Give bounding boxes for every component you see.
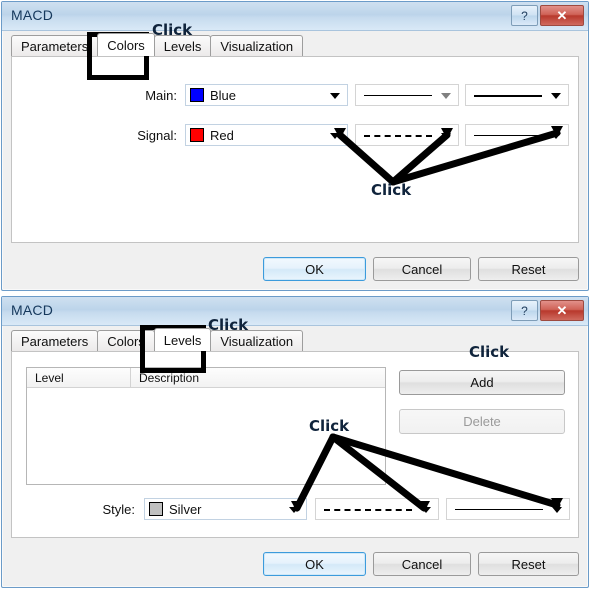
- tab-colors[interactable]: Colors: [97, 33, 155, 56]
- style-line-combo[interactable]: [315, 498, 439, 520]
- chevron-down-icon: [441, 133, 451, 139]
- dialog2-title: MACD: [11, 302, 54, 318]
- chevron-down-icon: [289, 507, 299, 513]
- reset-button[interactable]: Reset: [478, 257, 579, 281]
- help-button[interactable]: ?: [511, 5, 538, 26]
- style-width-combo[interactable]: [446, 498, 570, 520]
- cancel-button[interactable]: Cancel: [373, 552, 471, 576]
- style-color-combo[interactable]: Silver: [144, 498, 307, 520]
- chevron-down-icon: [552, 507, 562, 513]
- line-width-preview-solid-thin: [474, 135, 542, 136]
- main-color-value: Blue: [210, 87, 237, 103]
- style-label: Style:: [102, 502, 135, 517]
- levels-list-header: Level Description: [27, 368, 385, 388]
- click-annotation-dropdowns-dialog1: Click: [371, 181, 412, 199]
- chevron-down-icon: [421, 507, 431, 513]
- column-header-level[interactable]: Level: [27, 368, 131, 387]
- tab-visualization[interactable]: Visualization: [210, 35, 304, 56]
- line-style-preview-dashed: [364, 135, 432, 137]
- close-button[interactable]: ✕: [540, 5, 584, 26]
- main-width-combo[interactable]: [465, 84, 569, 106]
- help-button[interactable]: ?: [511, 300, 538, 321]
- click-annotation-style-dropdowns: Click: [309, 417, 350, 435]
- ok-button[interactable]: OK: [263, 552, 366, 576]
- chevron-down-icon: [551, 133, 561, 139]
- dialog1-window-buttons: ? ✕: [511, 5, 584, 26]
- main-style-combo[interactable]: [355, 84, 459, 106]
- reset-button[interactable]: Reset: [478, 552, 579, 576]
- signal-style-combo[interactable]: [355, 124, 459, 146]
- delete-button: Delete: [399, 409, 565, 434]
- line-style-preview-dashed: [324, 509, 412, 511]
- screenshot-root: MACD ? ✕ Parameters Colors Levels Visual…: [0, 0, 590, 589]
- tab-parameters[interactable]: Parameters: [11, 35, 99, 56]
- signal-color-label: Signal:: [137, 128, 177, 143]
- close-button[interactable]: ✕: [540, 300, 584, 321]
- dialog2-tabstrip: Parameters Colors Levels Visualization: [11, 328, 304, 351]
- line-width-preview-solid-thin: [455, 509, 543, 510]
- click-annotation-tab-colors: Click: [152, 21, 193, 39]
- tab-levels[interactable]: Levels: [153, 328, 212, 351]
- tab-parameters[interactable]: Parameters: [11, 330, 99, 351]
- signal-width-combo[interactable]: [465, 124, 569, 146]
- cancel-button[interactable]: Cancel: [373, 257, 471, 281]
- main-color-combo[interactable]: Blue: [185, 84, 348, 106]
- dialog2-window-buttons: ? ✕: [511, 300, 584, 321]
- add-button[interactable]: Add: [399, 370, 565, 395]
- dialog1-title: MACD: [11, 7, 54, 23]
- chevron-down-icon: [441, 93, 451, 99]
- signal-color-value: Red: [210, 127, 234, 143]
- macd-levels-dialog: MACD ? ✕ Parameters Colors Levels Visual…: [1, 296, 589, 588]
- click-annotation-tab-levels: Click: [208, 316, 249, 334]
- chevron-down-icon: [330, 93, 340, 99]
- style-color-swatch: [149, 502, 163, 516]
- main-color-swatch: [190, 88, 204, 102]
- click-annotation-add-button: Click: [469, 343, 510, 361]
- dialog2-titlebar: MACD ? ✕: [2, 297, 588, 326]
- chevron-down-icon: [551, 93, 561, 99]
- ok-button[interactable]: OK: [263, 257, 366, 281]
- line-style-preview-solid-thin: [364, 95, 432, 96]
- line-width-preview-solid-thick: [474, 95, 542, 97]
- style-color-value: Silver: [169, 501, 202, 517]
- chevron-down-icon: [330, 133, 340, 139]
- dialog1-titlebar: MACD ? ✕: [2, 2, 588, 31]
- main-color-label: Main:: [145, 88, 177, 103]
- signal-color-swatch: [190, 128, 204, 142]
- signal-color-combo[interactable]: Red: [185, 124, 348, 146]
